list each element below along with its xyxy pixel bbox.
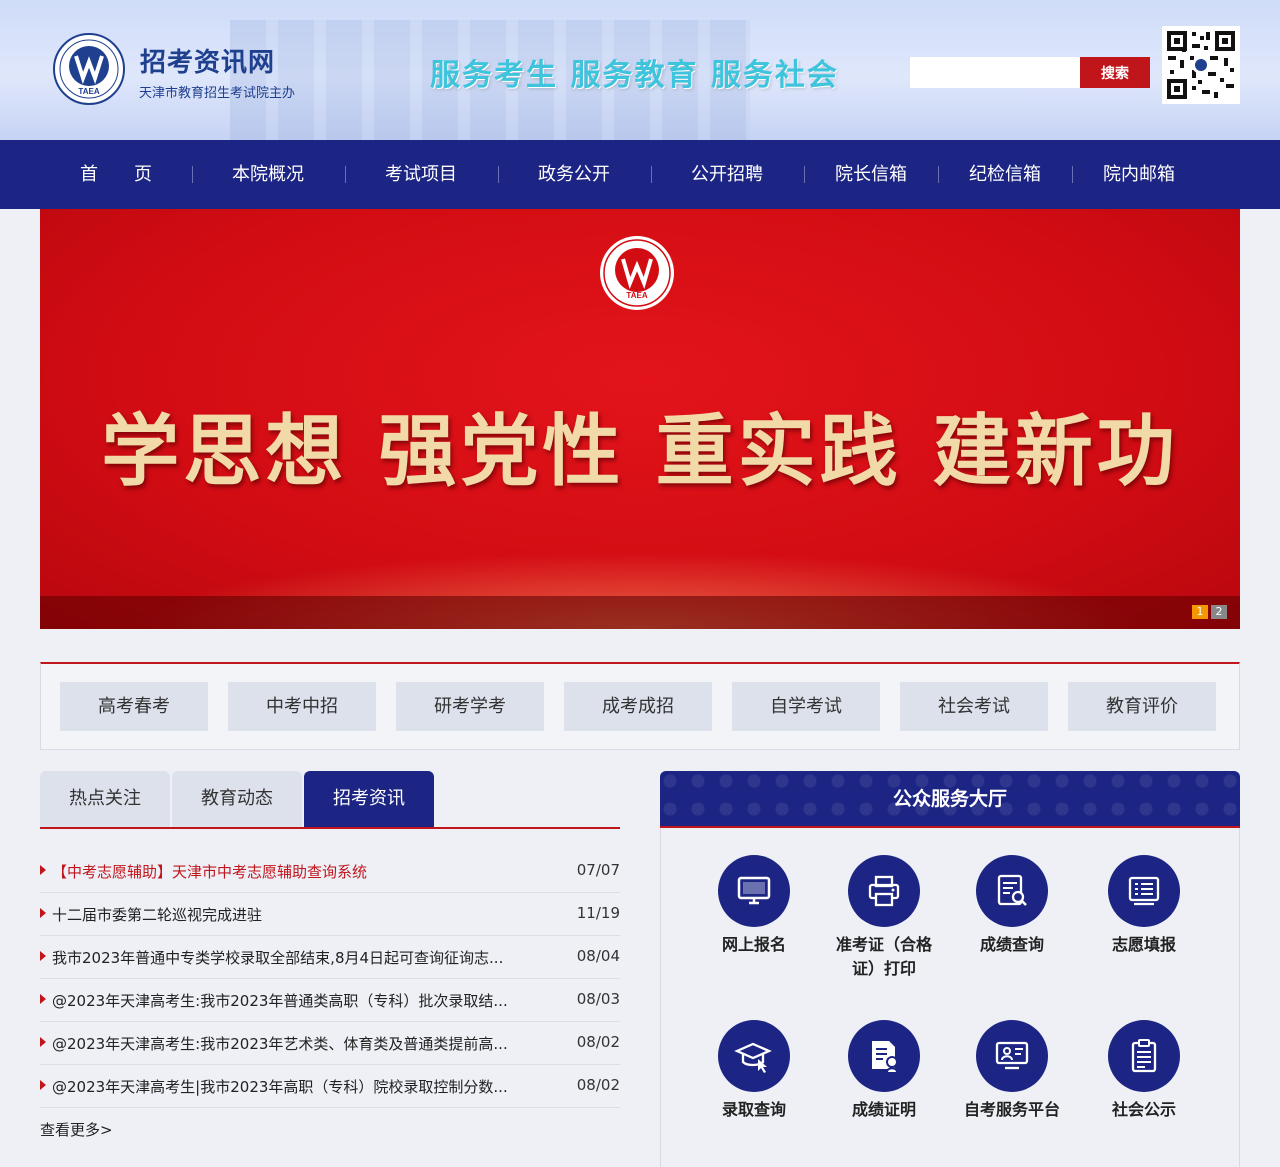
nav-item-president-mailbox[interactable]: 院长信箱 — [835, 140, 907, 209]
nav-divider — [345, 166, 346, 183]
news-title[interactable]: @2023年天津高考生:我市2023年普通类高职（专科）批次录取结... — [52, 990, 542, 1011]
nav-item-internal-mail[interactable]: 院内邮箱 — [1103, 140, 1175, 209]
service-public-notice[interactable]: 社会公示 — [1084, 1020, 1204, 1122]
bullet-arrow-icon — [40, 865, 46, 875]
tab-hot-topics[interactable]: 热点关注 — [40, 771, 170, 827]
clipboard-icon — [1108, 1020, 1180, 1092]
news-title[interactable]: @2023年天津高考生|我市2023年高职（专科）院校录取控制分数... — [52, 1076, 542, 1097]
news-date: 08/04 — [576, 947, 620, 965]
nav-item-about[interactable]: 本院概况 — [232, 140, 304, 209]
search-input[interactable] — [910, 57, 1080, 88]
banner-page-1[interactable]: 1 — [1192, 605, 1208, 619]
category-education-evaluation[interactable]: 教育评价 — [1068, 682, 1216, 731]
monitor-icon — [718, 855, 790, 927]
category-adult-exam[interactable]: 成考成招 — [564, 682, 712, 731]
service-label: 志愿填报 — [1111, 935, 1176, 954]
service-label: 准考证（合格证）打印 — [835, 935, 932, 978]
tab-admission-news[interactable]: 招考资讯 — [304, 771, 434, 827]
hero-banner[interactable]: TAEA 学思想 强党性 重实践 建新功 1 2 — [40, 209, 1240, 629]
nav-item-home[interactable]: 首 页 — [80, 140, 152, 209]
nav-divider — [804, 166, 805, 183]
certificate-icon — [848, 1020, 920, 1092]
nav-item-exams[interactable]: 考试项目 — [385, 140, 457, 209]
news-item[interactable]: @2023年天津高考生|我市2023年高职（专科）院校录取控制分数... 08/… — [40, 1064, 620, 1108]
bullet-arrow-icon — [40, 1080, 46, 1090]
tab-underline — [40, 827, 620, 829]
header-slogan: 服务考生 服务教育 服务社会 — [430, 58, 839, 93]
service-admission-ticket-print[interactable]: 准考证（合格证）打印 — [824, 855, 944, 981]
service-label: 网上报名 — [721, 935, 786, 954]
news-date: 07/07 — [576, 861, 620, 879]
service-admission-query[interactable]: 录取查询 — [694, 1020, 814, 1122]
service-score-certificate[interactable]: 成绩证明 — [824, 1020, 944, 1122]
bullet-arrow-icon — [40, 951, 46, 961]
news-title[interactable]: 十二届市委第二轮巡视完成进驻 — [52, 904, 542, 925]
banner-logo-text: TAEA — [626, 291, 647, 300]
news-item[interactable]: @2023年天津高考生:我市2023年艺术类、体育类及普通类提前高... 08/… — [40, 1021, 620, 1065]
qr-code-icon — [1162, 26, 1240, 104]
service-volunteer-application[interactable]: 志愿填报 — [1084, 855, 1204, 957]
printer-icon — [848, 855, 920, 927]
news-item[interactable]: 我市2023年普通中专类学校录取全部结束,8月4日起可查询征询志... 08/0… — [40, 935, 620, 979]
service-label: 成绩查询 — [979, 935, 1044, 954]
news-item[interactable]: 十二届市委第二轮巡视完成进驻 11/19 — [40, 892, 620, 936]
service-hall-title: 公众服务大厅 — [892, 788, 1007, 810]
service-label: 成绩证明 — [851, 1100, 916, 1119]
bullet-arrow-icon — [40, 994, 46, 1004]
news-date: 08/02 — [576, 1076, 620, 1094]
service-label: 自考服务平台 — [963, 1100, 1060, 1119]
nav-item-recruitment[interactable]: 公开招聘 — [691, 140, 763, 209]
teaching-screen-icon — [976, 1020, 1048, 1092]
site-title[interactable]: 招考资讯网 — [140, 42, 275, 79]
bullet-arrow-icon — [40, 908, 46, 918]
service-label: 录取查询 — [721, 1100, 786, 1119]
search-button[interactable]: 搜索 — [1080, 57, 1150, 88]
category-graduate-exam[interactable]: 研考学考 — [396, 682, 544, 731]
nav-divider — [192, 166, 193, 183]
nav-divider — [651, 166, 652, 183]
nav-divider — [938, 166, 939, 183]
site-header: TAEA 招考资讯网 天津市教育招生考试院主办 服务考生 服务教育 服务社会 搜… — [0, 0, 1280, 140]
news-item[interactable]: 【中考志愿辅助】天津市中考志愿辅助查询系统 07/07 — [40, 849, 620, 893]
graduation-cap-icon — [718, 1020, 790, 1092]
exam-category-bar: 高考春考 中考中招 研考学考 成考成招 自学考试 社会考试 教育评价 — [40, 662, 1240, 750]
news-date: 08/03 — [576, 990, 620, 1008]
service-online-registration[interactable]: 网上报名 — [694, 855, 814, 957]
news-date: 11/19 — [576, 904, 620, 922]
logo-text: TAEA — [78, 87, 99, 96]
category-gaokao[interactable]: 高考春考 — [60, 682, 208, 731]
form-list-icon — [1108, 855, 1180, 927]
service-label: 社会公示 — [1111, 1100, 1176, 1119]
report-search-icon — [976, 855, 1048, 927]
nav-divider — [498, 166, 499, 183]
nav-item-discipline-mailbox[interactable]: 纪检信箱 — [969, 140, 1041, 209]
news-title[interactable]: 【中考志愿辅助】天津市中考志愿辅助查询系统 — [52, 861, 542, 882]
category-self-study-exam[interactable]: 自学考试 — [732, 682, 880, 731]
service-score-query[interactable]: 成绩查询 — [952, 855, 1072, 957]
news-item[interactable]: @2023年天津高考生:我市2023年普通类高职（专科）批次录取结... 08/… — [40, 978, 620, 1022]
news-title[interactable]: 我市2023年普通中专类学校录取全部结束,8月4日起可查询征询志... — [52, 947, 542, 968]
category-social-exam[interactable]: 社会考试 — [900, 682, 1048, 731]
tab-education-news[interactable]: 教育动态 — [172, 771, 302, 827]
view-more-link[interactable]: 查看更多> — [40, 1119, 113, 1140]
category-zhongkao[interactable]: 中考中招 — [228, 682, 376, 731]
bullet-arrow-icon — [40, 1037, 46, 1047]
service-hall-header: 公众服务大厅 — [660, 771, 1240, 827]
banner-caption-strip — [40, 596, 1240, 629]
site-subtitle: 天津市教育招生考试院主办 — [139, 86, 296, 101]
banner-page-2[interactable]: 2 — [1211, 605, 1227, 619]
taea-emblem-icon: TAEA — [600, 236, 674, 310]
news-title[interactable]: @2023年天津高考生:我市2023年艺术类、体育类及普通类提前高... — [52, 1033, 542, 1054]
nav-item-gov-affairs[interactable]: 政务公开 — [538, 140, 610, 209]
taea-logo-icon[interactable]: TAEA — [52, 32, 126, 106]
main-nav: 首 页 本院概况 考试项目 政务公开 公开招聘 院长信箱 纪检信箱 院内邮箱 — [0, 140, 1280, 209]
banner-headline: 学思想 强党性 重实践 建新功 — [101, 407, 1179, 497]
news-date: 08/02 — [576, 1033, 620, 1051]
service-self-study-platform[interactable]: 自考服务平台 — [952, 1020, 1072, 1122]
nav-divider — [1072, 166, 1073, 183]
